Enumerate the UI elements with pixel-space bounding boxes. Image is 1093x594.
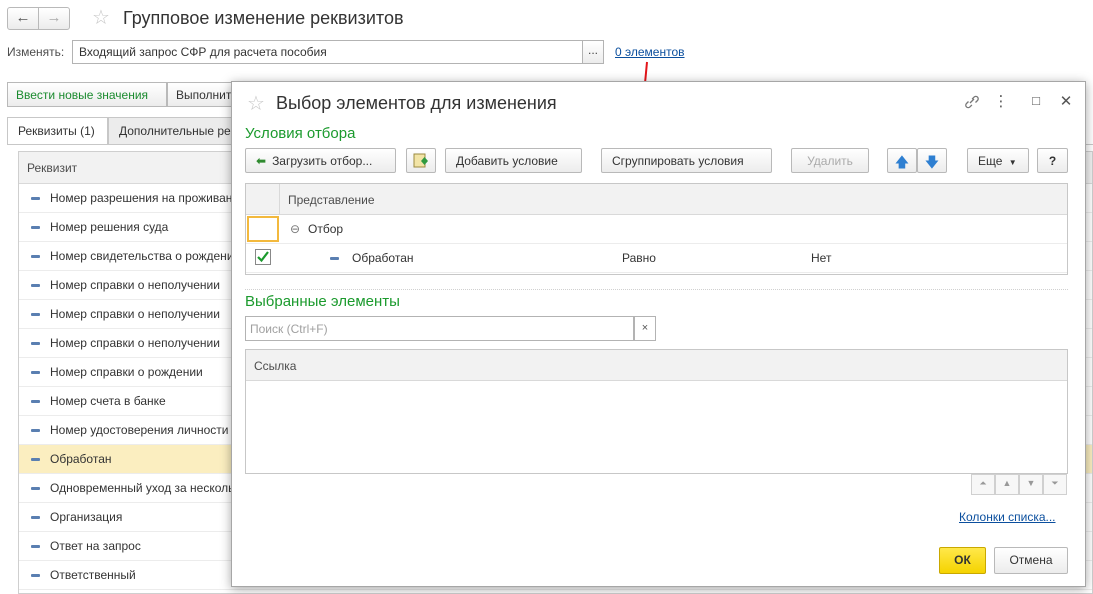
dialog-title: Выбор элементов для изменения: [276, 93, 557, 113]
object-type-field[interactable]: Входящий запрос СФР для расчета пособия: [72, 40, 583, 64]
scroll-up-icon[interactable]: ▲: [995, 474, 1019, 495]
load-filter-icon: ⬅: [256, 154, 267, 168]
selected-elements-grid: Ссылка: [245, 349, 1068, 474]
condition-checkbox[interactable]: [255, 249, 271, 265]
enter-new-values-button[interactable]: Ввести новые значения: [7, 82, 167, 107]
chevron-down-icon: ▼: [1008, 158, 1017, 167]
arrow-down-icon: 🡇: [924, 154, 940, 170]
requisite-label: Номер справки о неполучении: [50, 278, 220, 292]
dash-icon: [31, 487, 40, 491]
list-columns-link[interactable]: Колонки списка...: [959, 510, 1056, 524]
execute-button[interactable]: Выполнить: [167, 82, 233, 107]
filter-group-row[interactable]: ⊖ Отбор: [246, 215, 1067, 244]
close-icon[interactable]: ✕: [1057, 92, 1075, 110]
group-cell-focus[interactable]: [247, 216, 279, 242]
dash-icon: [31, 313, 40, 317]
clear-search-icon[interactable]: ×: [634, 316, 656, 341]
requisite-label: Номер решения суда: [50, 220, 169, 234]
dash-icon: [31, 284, 40, 288]
main-header: ← → ☆ Групповое изменение реквизитов: [0, 0, 1093, 38]
dash-icon: [31, 197, 40, 201]
scroll-first-icon[interactable]: ⏶: [971, 474, 995, 495]
requisite-label: Организация: [50, 510, 123, 524]
save-filter-icon: [413, 153, 428, 168]
move-down-button[interactable]: 🡇: [917, 148, 947, 173]
collapse-icon[interactable]: ⊖: [290, 222, 300, 236]
help-button[interactable]: ?: [1037, 148, 1068, 173]
select-object-type-button[interactable]: ...: [582, 40, 604, 64]
filter-conditions-grid: Представление ⊖ Отбор Обработан Равно Не…: [245, 183, 1068, 275]
scroll-last-icon[interactable]: ⏷: [1043, 474, 1067, 495]
delete-button[interactable]: Удалить: [791, 148, 869, 173]
page-title: Групповое изменение реквизитов: [123, 8, 404, 28]
add-condition-button[interactable]: Добавить условие: [445, 148, 582, 173]
requisite-label: Номер удостоверения личности: [50, 423, 229, 437]
requisite-label: Одновременный уход за несколькими: [50, 481, 262, 495]
dash-icon: [31, 226, 40, 230]
column-separator: [279, 184, 280, 215]
back-button[interactable]: ←: [7, 7, 39, 30]
dash-icon: [31, 342, 40, 346]
tab-requisites[interactable]: Реквизиты (1): [7, 117, 108, 145]
presentation-column-header: Представление: [288, 193, 375, 207]
dash-icon: [330, 251, 339, 265]
requisite-label: Номер справки о неполучении: [50, 336, 220, 350]
filter-section-title: Условия отбора: [245, 125, 356, 142]
filter-group-label: Отбор: [308, 222, 344, 236]
forward-button[interactable]: →: [38, 7, 70, 30]
load-filter-button[interactable]: ⬅ Загрузить отбор...: [245, 148, 396, 173]
requisite-label: Номер справки о рождении: [50, 365, 203, 379]
dash-icon: [31, 429, 40, 433]
group-conditions-button[interactable]: Сгруппировать условия: [601, 148, 772, 173]
dash-icon: [31, 371, 40, 375]
move-up-button[interactable]: 🡅: [887, 148, 917, 173]
selected-elements-title: Выбранные элементы: [245, 293, 400, 310]
search-input[interactable]: Поиск (Ctrl+F): [245, 316, 634, 341]
dash-icon: [31, 400, 40, 404]
save-filter-button[interactable]: [406, 148, 436, 173]
condition-field: Обработан: [352, 251, 414, 265]
edit-label: Изменять:: [7, 45, 65, 59]
more-actions-icon[interactable]: ⋮: [992, 92, 1010, 110]
favorite-star-icon[interactable]: ☆: [92, 5, 110, 30]
select-elements-dialog: ☆ Выбор элементов для изменения ⋮ □ ✕ Ус…: [231, 81, 1086, 587]
dash-icon: [31, 458, 40, 462]
more-menu-button[interactable]: Еще ▼: [967, 148, 1029, 173]
requisite-label: Ответ на запрос: [50, 539, 141, 553]
requisite-label: Номер разрешения на проживание: [50, 191, 246, 205]
favorite-star-icon[interactable]: ☆: [247, 91, 265, 116]
elements-count-link[interactable]: 0 элементов: [615, 45, 685, 59]
dash-icon: [31, 545, 40, 549]
load-filter-label: Загрузить отбор...: [272, 154, 373, 168]
requisite-label: Номер свидетельства о рождении: [50, 249, 241, 263]
link-icon[interactable]: [963, 94, 981, 110]
maximize-icon[interactable]: □: [1027, 93, 1045, 108]
filter-condition-row[interactable]: Обработан Равно Нет: [246, 244, 1067, 273]
more-menu-label: Еще: [978, 154, 1003, 168]
requisite-label: Номер справки о неполучении: [50, 307, 220, 321]
scroll-down-icon[interactable]: ▼: [1019, 474, 1043, 495]
requisite-label: Ответственный: [50, 568, 136, 582]
requisite-label: Номер счета в банке: [50, 394, 166, 408]
condition-comparison[interactable]: Равно: [622, 251, 656, 265]
filter-grid-header: Представление: [246, 184, 1067, 215]
requisite-label: Обработан: [50, 452, 112, 466]
link-column-header: Ссылка: [246, 350, 1067, 381]
dash-icon: [31, 516, 40, 520]
cancel-button[interactable]: Отмена: [994, 547, 1068, 574]
arrow-up-icon: 🡅: [894, 154, 910, 170]
tab-additional-requisites[interactable]: Дополнительные реквизиты: [108, 117, 233, 145]
condition-value[interactable]: Нет: [811, 251, 831, 265]
section-divider: [245, 289, 1068, 290]
dash-icon: [31, 255, 40, 259]
dash-icon: [31, 574, 40, 578]
ok-button[interactable]: ОК: [939, 547, 986, 574]
